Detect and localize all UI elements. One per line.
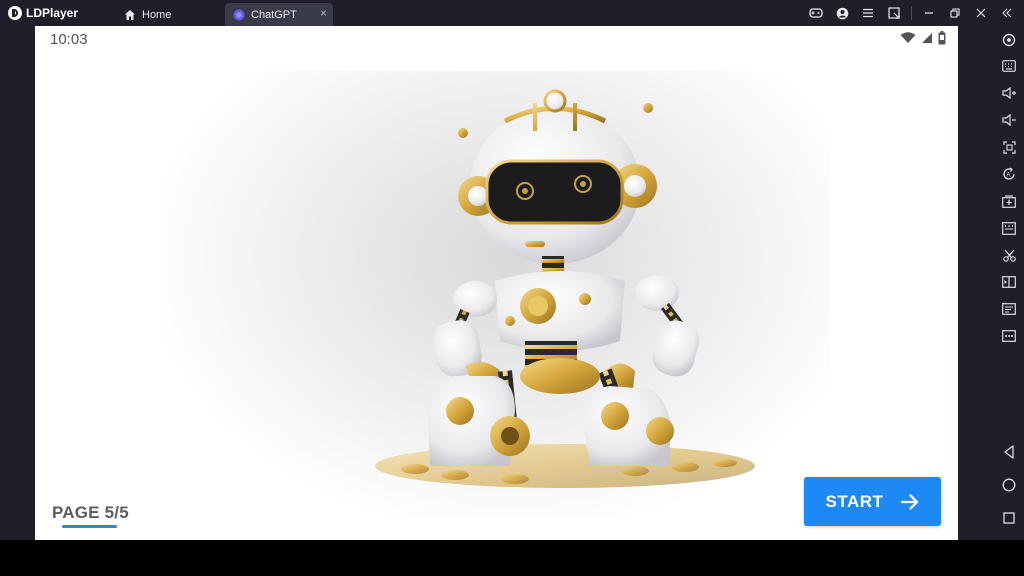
- arrow-right-icon: [901, 493, 919, 510]
- home-icon: [125, 9, 135, 20]
- minimize-icon[interactable]: [916, 0, 942, 26]
- volume-down-icon[interactable]: [1000, 111, 1018, 129]
- signal-icon: [922, 33, 932, 43]
- emulator-toolbar: A: [993, 26, 1024, 540]
- status-icons: [900, 31, 946, 45]
- settings-icon[interactable]: [1000, 31, 1018, 49]
- app-icon: [233, 9, 245, 20]
- page-indicator-underline: [62, 525, 117, 528]
- emulator-frame-right: [958, 26, 993, 540]
- back-icon[interactable]: [1000, 443, 1018, 461]
- menu-icon[interactable]: [855, 0, 881, 26]
- install-apk-icon[interactable]: [1000, 192, 1018, 210]
- ldplayer-logo[interactable]: LDPlayer: [8, 4, 78, 22]
- resize-icon[interactable]: [881, 0, 907, 26]
- account-icon[interactable]: [829, 0, 855, 26]
- tab-close-icon[interactable]: ×: [320, 6, 327, 20]
- page-indicator: PAGE 5/5: [52, 503, 129, 522]
- robot-image: [375, 89, 755, 488]
- recent-apps-icon[interactable]: [1000, 509, 1018, 527]
- close-icon[interactable]: [968, 0, 994, 26]
- separator: [911, 6, 912, 20]
- start-button-label: START: [825, 491, 884, 511]
- multi-instance-icon[interactable]: [1000, 273, 1018, 291]
- keyboard-icon[interactable]: [1000, 57, 1018, 75]
- status-time: 10:03: [50, 31, 88, 48]
- restore-icon[interactable]: [942, 0, 968, 26]
- rotate-icon[interactable]: A: [1000, 165, 1018, 183]
- volume-up-icon[interactable]: [1000, 84, 1018, 102]
- operation-record-icon[interactable]: [1000, 300, 1018, 318]
- bottom-frame: [0, 540, 1024, 576]
- tab-home-label: Home: [142, 8, 172, 21]
- fps-icon[interactable]: [1000, 219, 1018, 237]
- battery-icon: [938, 31, 946, 45]
- svg-text:A: A: [1006, 173, 1010, 179]
- start-button[interactable]: START: [804, 477, 941, 526]
- window-controls: [803, 0, 1020, 26]
- gamepad-icon[interactable]: [803, 0, 829, 26]
- app-name: LDPlayer: [26, 6, 79, 20]
- ldplayer-logo-icon: [8, 6, 22, 20]
- screenshot-icon[interactable]: [1000, 138, 1018, 156]
- title-bar: LDPlayer Home ChatGPT ×: [0, 0, 1024, 26]
- home-circle-icon[interactable]: [1000, 476, 1018, 494]
- robot-illustration: [165, 71, 830, 516]
- tab-chatgpt[interactable]: ChatGPT ×: [225, 3, 333, 26]
- tab-chatgpt-label: ChatGPT: [251, 8, 297, 21]
- tab-home[interactable]: Home: [112, 3, 222, 26]
- android-screen: 10:03 PAGE 5/5 START: [35, 26, 958, 540]
- wifi-icon: [900, 32, 916, 43]
- cut-icon[interactable]: [1000, 246, 1018, 264]
- emulator-frame-left: [0, 26, 35, 540]
- collapse-sidebar-icon[interactable]: [994, 0, 1020, 26]
- more-icon[interactable]: [1000, 327, 1018, 345]
